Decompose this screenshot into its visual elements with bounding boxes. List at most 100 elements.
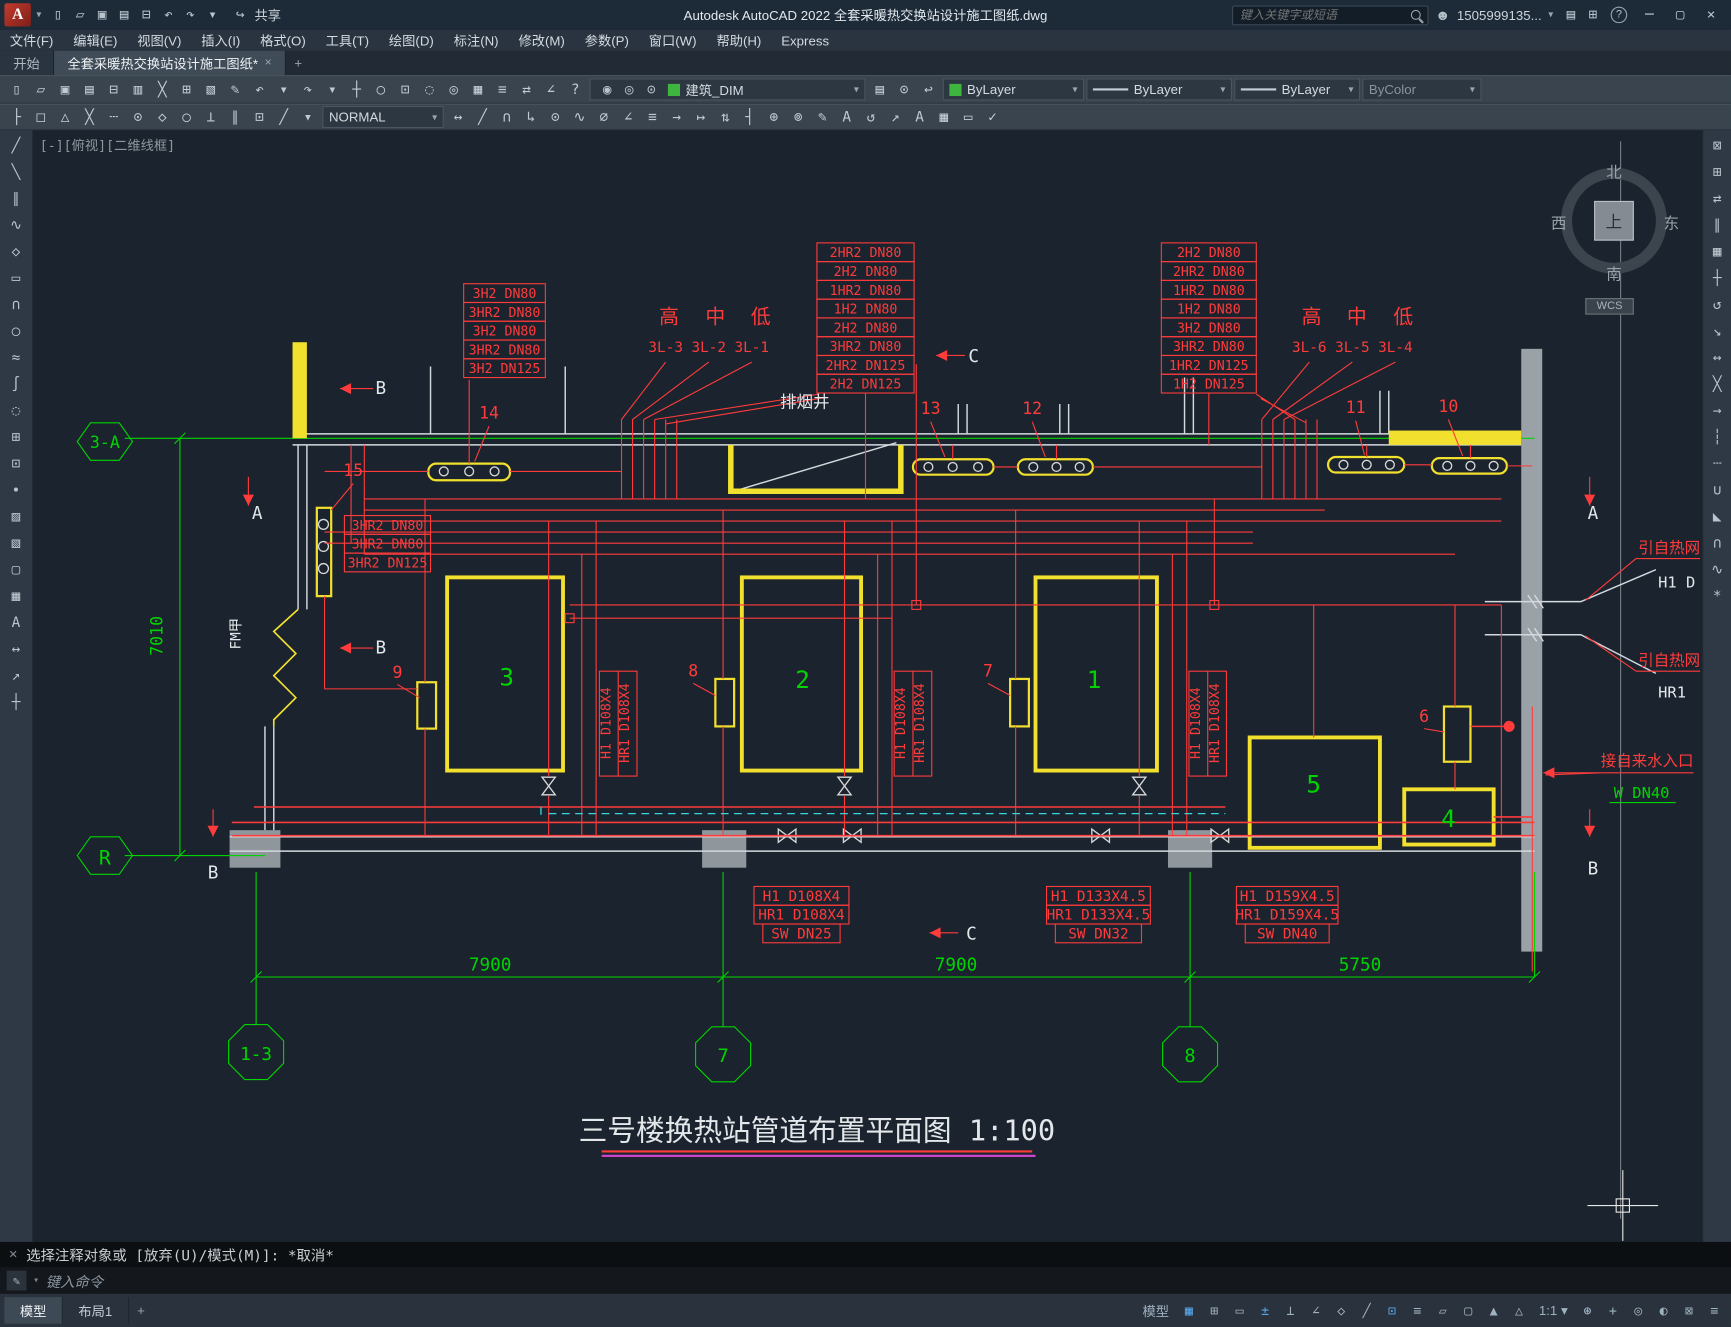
command-recent-caret-icon[interactable]: ▾ <box>33 1275 39 1286</box>
search-input[interactable] <box>1239 8 1407 22</box>
new-icon[interactable]: ▯ <box>4 78 28 100</box>
layer-make-current-icon[interactable]: ⊙ <box>892 78 916 100</box>
annotation-scale-label[interactable]: 1:1 ▾ <box>1532 1299 1574 1321</box>
new-tab-button[interactable]: + <box>286 51 310 75</box>
model-tab[interactable]: 模型 <box>4 1297 63 1324</box>
center-mark-icon[interactable]: ⊚ <box>786 106 810 128</box>
make-block-icon[interactable]: ⊡ <box>4 453 28 476</box>
annotation-monitor-icon[interactable]: + <box>1601 1299 1625 1321</box>
isolate-objects-icon[interactable]: ◎ <box>1626 1299 1650 1321</box>
grid-icon[interactable]: ▦ <box>1177 1299 1201 1321</box>
polyline-icon[interactable]: ∿ <box>4 214 28 237</box>
gradient-icon[interactable]: ▧ <box>4 532 28 555</box>
chamfer-icon[interactable]: ◣ <box>1705 506 1729 529</box>
stretch-icon[interactable]: ↔ <box>1705 347 1729 370</box>
autoscale-icon[interactable]: △ <box>1507 1299 1531 1321</box>
linetype-dropdown[interactable]: ByLayer ▾ <box>1086 78 1233 101</box>
properties-icon[interactable]: ≡ <box>490 78 514 100</box>
share-button[interactable]: ↪ 共享 <box>229 4 281 26</box>
offset-icon[interactable]: ∥ <box>1705 214 1729 237</box>
dynamic-input-icon[interactable]: ± <box>1253 1299 1277 1321</box>
hatch-icon[interactable]: ▨ <box>4 506 28 529</box>
close-icon[interactable]: × <box>1696 4 1727 26</box>
mtext-icon[interactable]: A <box>4 612 28 635</box>
tab-start[interactable]: 开始 <box>0 50 55 76</box>
menu-view[interactable]: 视图(V) <box>127 30 191 51</box>
color-dropdown-caret-icon[interactable]: ▾ <box>1072 83 1077 95</box>
apps-icon[interactable]: ⊞ <box>1582 4 1604 26</box>
compass-west[interactable]: 西 <box>1548 212 1570 234</box>
menu-tools[interactable]: 工具(T) <box>316 30 379 51</box>
dim-update-icon[interactable]: ↺ <box>859 106 883 128</box>
menu-edit[interactable]: 编辑(E) <box>63 30 127 51</box>
app-menu-caret-icon[interactable]: ▾ <box>36 9 41 21</box>
center-snap-icon[interactable]: ⊙ <box>126 106 150 128</box>
layer-properties-icon[interactable]: ▤ <box>868 78 892 100</box>
paste-icon[interactable]: ▧ <box>199 78 223 100</box>
nearest-snap-icon[interactable]: ╱ <box>272 106 296 128</box>
tab-drawing-active[interactable]: 全套采暖热交换站设计施工图纸* × <box>54 50 287 76</box>
cart-icon[interactable]: ▤ <box>1560 4 1582 26</box>
menu-parametric[interactable]: 参数(P) <box>575 30 639 51</box>
object-snap-icon[interactable]: ⊡ <box>1380 1299 1404 1321</box>
node-snap-icon[interactable]: ⊡ <box>247 106 271 128</box>
match-properties-icon[interactable]: ✎ <box>223 78 247 100</box>
help-icon[interactable]: ? <box>563 78 587 100</box>
blend-icon[interactable]: ∿ <box>1705 559 1729 582</box>
dim-baseline-icon[interactable]: → <box>665 106 689 128</box>
dwg-compare-icon[interactable]: ⇄ <box>514 78 538 100</box>
isodraft-icon[interactable]: ◇ <box>1329 1299 1353 1321</box>
menu-express[interactable]: Express <box>771 30 839 51</box>
user-menu-caret-icon[interactable]: ▾ <box>1548 9 1553 21</box>
dim-text-edit-icon[interactable]: A <box>835 106 859 128</box>
orbit-icon[interactable]: ◎ <box>442 78 466 100</box>
dim-space-icon[interactable]: ⇅ <box>713 106 737 128</box>
polar-tracking-icon[interactable]: ∠ <box>1304 1299 1328 1321</box>
copy-icon[interactable]: ⊞ <box>1705 161 1729 184</box>
menu-draw[interactable]: 绘图(D) <box>379 30 444 51</box>
dim-continue-icon[interactable]: ↦ <box>689 106 713 128</box>
leader-icon[interactable]: ↗ <box>4 665 28 688</box>
rectangle-icon[interactable]: ▭ <box>4 267 28 290</box>
maximize-icon[interactable]: ▢ <box>1665 4 1696 26</box>
revision-cloud-icon[interactable]: ≈ <box>4 347 28 370</box>
open-icon[interactable]: ▱ <box>29 78 53 100</box>
snap-mode-icon[interactable]: ⊞ <box>1202 1299 1226 1321</box>
menu-window[interactable]: 窗口(W) <box>639 30 707 51</box>
infer-constraints-icon[interactable]: ▭ <box>1228 1299 1252 1321</box>
dim-angular-icon[interactable]: ∠ <box>616 106 640 128</box>
plotstyle-dropdown-caret-icon[interactable]: ▾ <box>1470 83 1475 95</box>
point-icon[interactable]: ∙ <box>4 479 28 502</box>
lineweight-dropdown[interactable]: ByLayer ▾ <box>1234 78 1361 101</box>
dim-radius-icon[interactable]: ⊙ <box>543 106 567 128</box>
spellcheck-icon[interactable]: ✓ <box>980 106 1004 128</box>
fillet-icon[interactable]: ∩ <box>1705 532 1729 555</box>
viewcube-top[interactable]: 上 <box>1594 200 1634 241</box>
construction-line-icon[interactable]: ╲ <box>4 161 28 184</box>
command-input-row[interactable]: ✎ ▾ 键入命令 <box>0 1267 1731 1294</box>
extension-snap-icon[interactable]: ┄ <box>102 106 126 128</box>
dim-linear-icon[interactable]: ↔ <box>446 106 470 128</box>
tolerance-icon[interactable]: ⊕ <box>762 106 786 128</box>
layer-on-icon[interactable]: ◉ <box>596 78 618 100</box>
model-space-canvas[interactable]: 3-A R 7010 7900 7900 5750 1-3 7 8 3 2 1 5 4 15 14 13 12 11… <box>33 130 1703 1242</box>
menu-file[interactable]: 文件(F) <box>0 30 63 51</box>
menu-insert[interactable]: 插入(I) <box>191 30 250 51</box>
model-space-button[interactable]: 模型 <box>1136 1299 1176 1321</box>
ortho-icon[interactable]: ⊥ <box>1278 1299 1302 1321</box>
layer-lock-icon[interactable]: ⊙ <box>640 78 662 100</box>
menu-format[interactable]: 格式(O) <box>250 30 315 51</box>
customize-icon[interactable]: ≡ <box>1702 1299 1726 1321</box>
minimize-icon[interactable]: ─ <box>1634 4 1665 26</box>
layer-previous-icon[interactable]: ↩ <box>916 78 940 100</box>
autocad-logo[interactable]: A <box>4 3 31 27</box>
insert-block-icon[interactable]: ⊞ <box>4 426 28 449</box>
save-as-icon[interactable]: ▤ <box>113 4 135 26</box>
new-file-icon[interactable]: ▯ <box>47 4 69 26</box>
pan-icon[interactable]: ┼ <box>344 78 368 100</box>
multiline-icon[interactable]: ∥ <box>4 188 28 211</box>
user-avatar-icon[interactable]: ☻ <box>1435 7 1450 24</box>
compass-south[interactable]: 南 <box>1603 263 1625 285</box>
menu-dimension[interactable]: 标注(N) <box>444 30 509 51</box>
named-views-icon[interactable]: ▦ <box>466 78 490 100</box>
